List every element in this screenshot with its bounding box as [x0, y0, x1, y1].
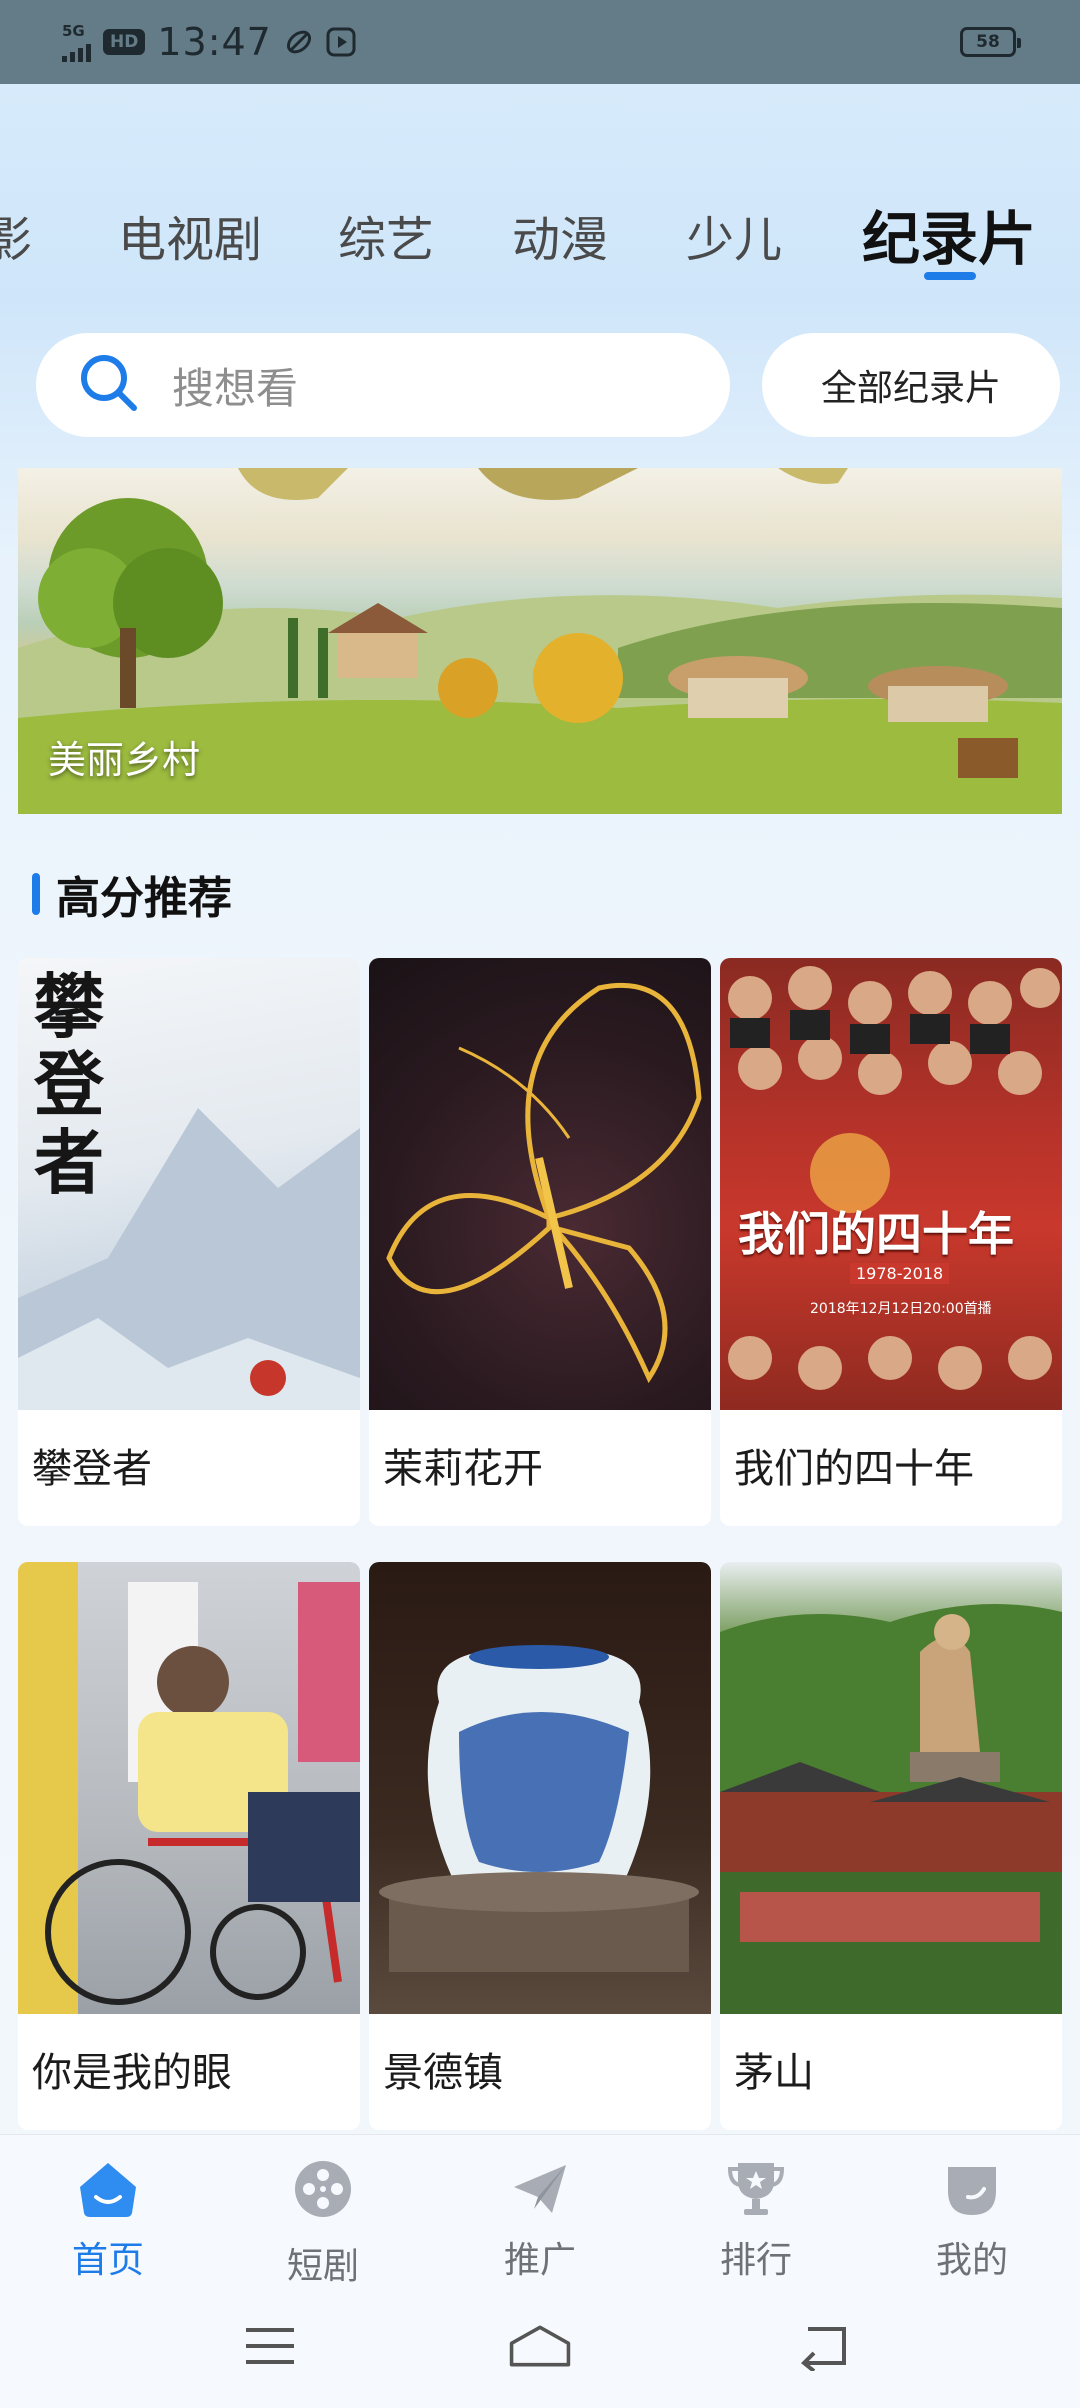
category-tabs: 影 电视剧 综艺 动漫 少儿 纪录片	[0, 180, 1080, 280]
nav-label: 我的	[935, 2240, 1008, 2281]
video-title: 景德镇	[383, 2050, 503, 2096]
poster-image	[369, 958, 711, 1410]
back-icon[interactable]	[790, 2314, 854, 2378]
poster-title-art: 攀登者	[34, 965, 104, 1204]
video-title: 我们的四十年	[734, 1446, 974, 1492]
status-bar: 5G HD 13:47 58	[0, 0, 1080, 84]
paper-plane-icon	[508, 2157, 572, 2221]
bottom-navigation: 首页 短剧 推广 排行 我的	[0, 2134, 1080, 2288]
video-card[interactable]: 景德镇	[369, 1562, 711, 2130]
all-documentaries-button[interactable]: 全部纪录片	[762, 333, 1060, 437]
poster-image: 攀登者	[18, 958, 360, 1410]
poster-image	[369, 1562, 711, 2014]
home-icon	[76, 2157, 140, 2221]
video-title: 攀登者	[32, 1446, 152, 1492]
section-accent-bar	[32, 873, 40, 915]
tab-variety[interactable]: 综艺	[338, 200, 434, 270]
search-placeholder: 搜想看	[172, 363, 299, 413]
video-title: 你是我的眼	[32, 2050, 232, 2096]
video-title: 茅山	[734, 2050, 814, 2096]
battery-icon: 58	[960, 27, 1021, 57]
film-reel-icon	[291, 2157, 355, 2221]
tab-kids[interactable]: 少儿	[686, 200, 782, 270]
signal-icon	[62, 40, 91, 62]
profile-icon	[940, 2157, 1004, 2221]
nav-label: 排行	[719, 2240, 792, 2281]
nav-label: 短剧	[286, 2246, 359, 2287]
nav-label: 首页	[71, 2240, 144, 2281]
video-card[interactable]: 茅山	[720, 1562, 1062, 2130]
video-card[interactable]: 茉莉花开	[369, 958, 711, 1526]
tab-anime[interactable]: 动漫	[512, 200, 608, 270]
nav-short-drama[interactable]: 短剧	[243, 2157, 403, 2289]
play-app-icon	[326, 27, 356, 57]
poster-image: 我们的四十年 1978-2018 2018年12月12日20:00首播	[720, 958, 1062, 1410]
video-title: 茉莉花开	[383, 1446, 543, 1492]
nav-ranking[interactable]: 排行	[676, 2157, 836, 2283]
poster-image	[720, 1562, 1062, 2014]
trophy-icon	[724, 2157, 788, 2221]
nav-promote[interactable]: 推广	[460, 2157, 620, 2283]
hd-badge: HD	[103, 29, 146, 55]
section-heading: 高分推荐	[32, 868, 232, 924]
poster-years: 1978-2018	[850, 1263, 950, 1284]
poster-date: 2018年12月12日20:00首播	[810, 1301, 992, 1317]
nav-home[interactable]: 首页	[28, 2157, 188, 2283]
video-card[interactable]: 我们的四十年 1978-2018 2018年12月12日20:00首播 我们的四…	[720, 958, 1062, 1526]
poster-title-art: 我们的四十年	[738, 1207, 1014, 1261]
nav-label: 推广	[503, 2240, 576, 2281]
tab-documentary[interactable]: 纪录片	[862, 192, 1036, 276]
search-icon	[78, 352, 140, 418]
menu-icon[interactable]	[238, 2314, 302, 2378]
section-title: 高分推荐	[56, 873, 232, 924]
network-indicator: 5G	[62, 22, 91, 62]
battery-level: 58	[976, 32, 1000, 52]
nav-profile[interactable]: 我的	[892, 2157, 1052, 2283]
video-card[interactable]: 攀登者 攀登者	[18, 958, 360, 1526]
network-type: 5G	[62, 22, 85, 40]
video-card[interactable]: 你是我的眼	[18, 1562, 360, 2130]
home-gesture-icon[interactable]	[508, 2314, 572, 2378]
search-input[interactable]: 搜想看	[36, 333, 730, 437]
system-navigation-bar	[0, 2288, 1080, 2408]
tab-movie-partial[interactable]: 影	[0, 200, 40, 270]
active-tab-indicator	[924, 272, 976, 280]
status-time: 13:47	[157, 20, 272, 64]
tab-tv-series[interactable]: 电视剧	[118, 200, 262, 270]
leaf-icon	[284, 27, 314, 57]
banner-caption: 美丽乡村	[48, 738, 201, 782]
banner-carousel[interactable]: 美丽乡村	[18, 468, 1062, 814]
poster-image	[18, 1562, 360, 2014]
